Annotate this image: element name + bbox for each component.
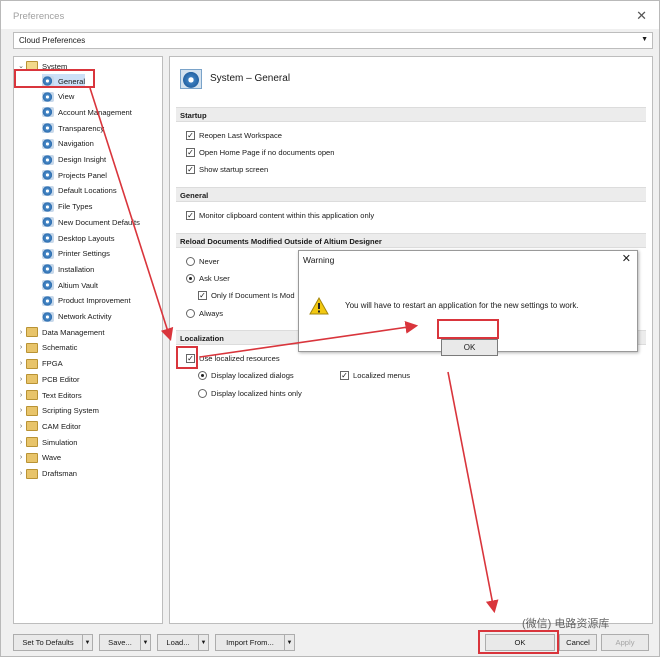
arrow-checkbox-to-dialog-ok <box>199 321 419 358</box>
watermark: (微信) 电路资源库 <box>522 618 610 630</box>
arrow-general-to-checkbox <box>89 87 174 342</box>
arrow-dialog-to-ok <box>447 371 499 614</box>
annotation-arrows <box>89 87 499 614</box>
